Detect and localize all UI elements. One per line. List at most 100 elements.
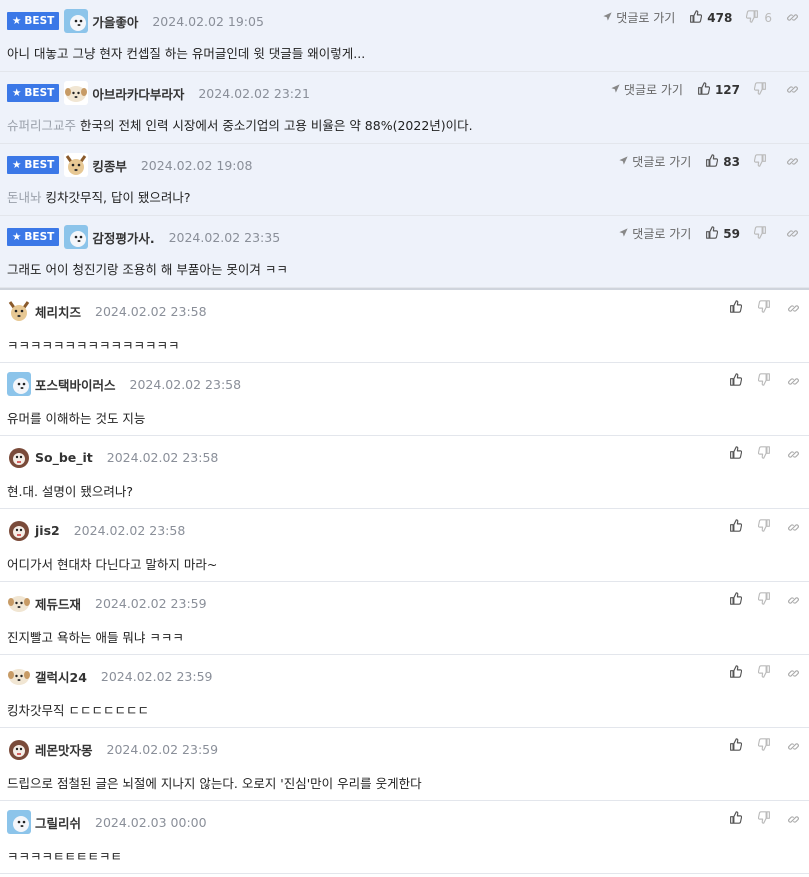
thumbs-down-icon [758, 592, 771, 608]
nickname[interactable]: 포스택바이러스 [35, 375, 116, 394]
dislike-button[interactable] [758, 373, 771, 389]
nickname[interactable]: 체리치즈 [35, 302, 81, 321]
avatar[interactable] [7, 445, 31, 469]
like-button[interactable] [729, 373, 742, 389]
like-button[interactable]: 59 [705, 225, 740, 242]
like-button[interactable]: 127 [697, 81, 740, 98]
like-button[interactable] [729, 519, 742, 535]
thumbs-down-icon [758, 373, 771, 389]
link-icon[interactable] [786, 227, 799, 240]
dislike-button[interactable] [754, 153, 772, 170]
dislike-button[interactable] [758, 300, 771, 316]
comment-text: 어디가서 현대차 다닌다고 말하지 마라~ [7, 557, 218, 572]
goto-comment-button[interactable]: 댓글로 가기 [610, 81, 683, 98]
like-button[interactable] [729, 738, 742, 754]
like-button[interactable] [729, 300, 742, 316]
goto-comment-button[interactable]: 댓글로 가기 [602, 9, 675, 26]
link-icon[interactable] [786, 11, 799, 24]
thumbs-up-icon [729, 373, 742, 389]
avatar[interactable] [7, 299, 31, 323]
like-button[interactable] [729, 665, 742, 681]
link-icon[interactable] [787, 375, 800, 388]
avatar[interactable] [7, 810, 31, 834]
nickname[interactable]: 킹종부 [92, 156, 127, 175]
nickname[interactable]: 갤럭시24 [35, 667, 87, 686]
comment: jis2 2024.02.02 23:58 어디가서 현대차 다닌다고 말하지 마라… [0, 509, 809, 582]
dislike-button[interactable] [754, 225, 772, 242]
thumbs-up-icon [705, 153, 719, 170]
link-icon[interactable] [787, 740, 800, 753]
comment: So_be_it 2024.02.02 23:58 현.대. 설명이 됐으려나? [0, 436, 809, 509]
star-icon: ★ [12, 87, 22, 99]
comment-text: 드립으로 점철된 글은 뇌절에 지나지 않는다. 오로지 '진심'만이 우리를 … [7, 776, 422, 791]
dislike-button[interactable] [758, 519, 771, 535]
nickname[interactable]: 제듀드재 [35, 594, 81, 613]
goto-comment-button[interactable]: 댓글로 가기 [618, 225, 691, 242]
avatar[interactable] [64, 153, 89, 177]
thumbs-up-icon [729, 811, 742, 827]
avatar[interactable] [64, 9, 89, 33]
goto-comment-button[interactable]: 댓글로 가기 [618, 153, 691, 170]
comment-date: 2024.02.02 23:58 [95, 303, 207, 319]
thumbs-up-icon [729, 446, 742, 462]
thumbs-up-icon [729, 665, 742, 681]
arrow-icon [602, 11, 613, 25]
comment: 그릴리쉬 2024.02.03 00:00 ㅋㅋㅋㅋㅌㅌㅌㅌㅋㅌ [0, 801, 809, 874]
dislike-button[interactable] [758, 665, 771, 681]
nickname[interactable]: 가을좋아 [92, 12, 138, 31]
link-icon[interactable] [787, 594, 800, 607]
best-comment: ★ BEST 가을좋아 2024.02.02 19:05 아니 대놓고 그냥 현자 컨셉… [0, 0, 809, 72]
dislike-button[interactable] [754, 81, 772, 98]
avatar[interactable] [7, 737, 31, 761]
star-icon: ★ [12, 15, 22, 27]
link-icon[interactable] [787, 813, 800, 826]
comment-text: 현.대. 설명이 됐으려나? [7, 484, 134, 499]
nickname[interactable]: 아브라카다부라자 [92, 84, 184, 103]
dislike-button[interactable] [758, 738, 771, 754]
thumbs-down-icon [758, 665, 771, 681]
avatar[interactable] [7, 518, 31, 542]
comment: 갤럭시24 2024.02.02 23:59 킹차갓무직 ㄷㄷㄷㄷㄷㄷㄷ [0, 655, 809, 728]
thumbs-up-icon [697, 81, 710, 98]
nickname[interactable]: 그릴리쉬 [35, 813, 81, 832]
like-button[interactable] [729, 446, 742, 462]
link-icon[interactable] [787, 667, 800, 680]
dislike-button[interactable] [758, 811, 771, 827]
arrow-icon [618, 227, 629, 241]
link-icon[interactable] [786, 83, 799, 96]
thumbs-down-icon [758, 446, 771, 462]
comment-text: ㅋㅋㅋㅋㅌㅌㅌㅌㅋㅌ [7, 849, 123, 864]
best-badge: ★ BEST [7, 228, 60, 246]
nickname[interactable]: 레몬맛자몽 [35, 740, 93, 759]
link-icon[interactable] [787, 521, 800, 534]
star-icon: ★ [12, 231, 22, 243]
nickname[interactable]: jis2 [35, 523, 60, 538]
best-badge: ★ BEST [7, 12, 60, 30]
star-icon: ★ [12, 159, 22, 171]
comment-text: 킹차갓무직 ㄷㄷㄷㄷㄷㄷㄷ [7, 703, 149, 718]
like-button[interactable]: 478 [689, 9, 732, 26]
dislike-button[interactable] [758, 592, 771, 608]
dislike-button[interactable] [758, 446, 771, 462]
nickname[interactable]: 감정평가사. [92, 228, 154, 247]
like-button[interactable] [729, 811, 742, 827]
link-icon[interactable] [787, 302, 800, 315]
avatar[interactable] [64, 81, 89, 105]
like-button[interactable]: 83 [705, 153, 740, 170]
comment-text: 그래도 어이 청진기랑 조용히 해 부품아는 못이겨 ㅋㅋ [7, 262, 288, 277]
link-icon[interactable] [786, 155, 799, 168]
like-button[interactable] [729, 592, 742, 608]
comment-prefix: 슈퍼리그교주 [7, 118, 77, 133]
link-icon[interactable] [787, 448, 800, 461]
dislike-button[interactable]: 6 [746, 9, 772, 26]
avatar[interactable] [7, 591, 31, 615]
arrow-icon [618, 155, 629, 169]
nickname[interactable]: So_be_it [35, 450, 93, 465]
avatar[interactable] [7, 372, 31, 396]
thumbs-up-icon [689, 9, 703, 26]
avatar[interactable] [7, 664, 31, 688]
thumbs-up-icon [705, 225, 719, 242]
comment-date: 2024.02.02 23:59 [106, 741, 219, 757]
comment-date: 2024.02.02 23:59 [95, 595, 207, 611]
avatar[interactable] [64, 225, 89, 249]
